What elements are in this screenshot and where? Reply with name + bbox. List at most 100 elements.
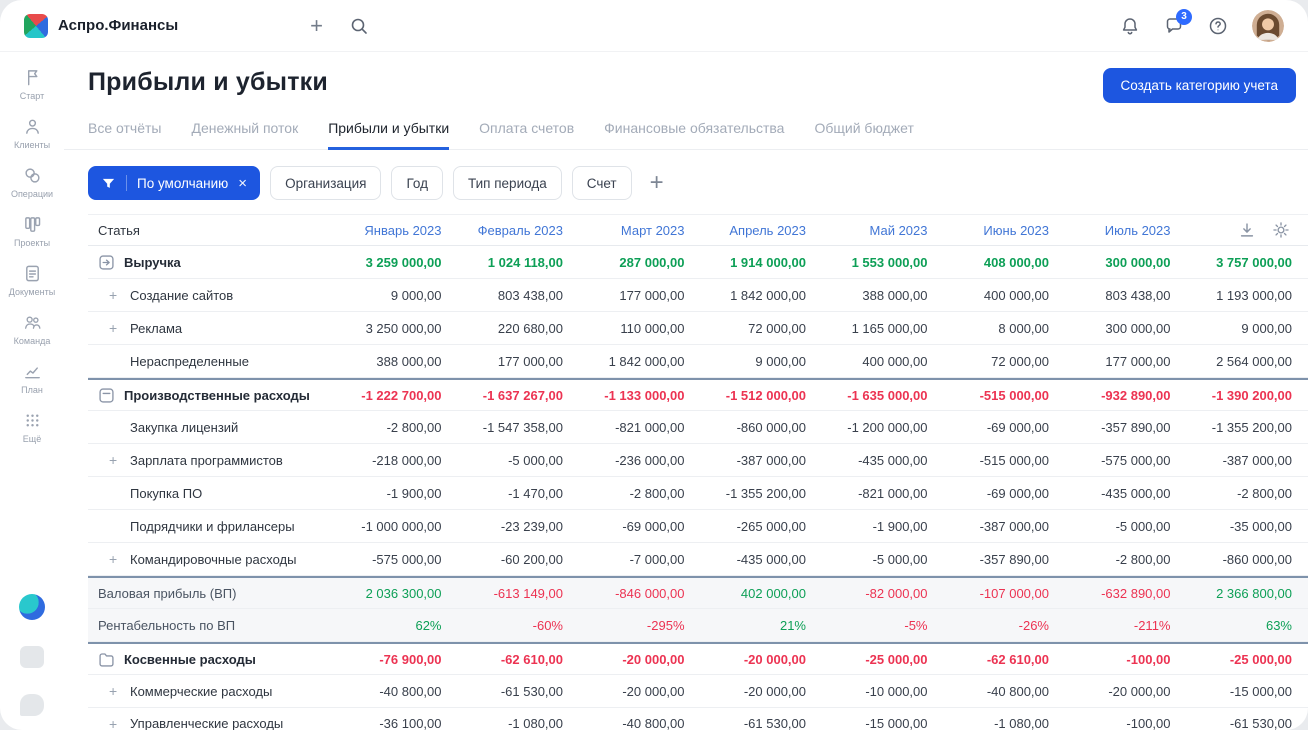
sidebar-item-clients[interactable]: Клиенты (0, 109, 64, 158)
column-header-month[interactable]: Март 2023 (579, 223, 701, 238)
cell-value[interactable]: -10 000,00 (822, 684, 944, 699)
expand-plus-icon[interactable]: + (109, 551, 117, 567)
search-icon[interactable] (349, 16, 369, 36)
cell-value[interactable]: -60 200,00 (458, 552, 580, 567)
global-add-icon[interactable]: + (310, 14, 323, 37)
filter-chip[interactable]: Тип периода (452, 166, 562, 200)
cell-value[interactable]: -632 890,00 (1065, 586, 1187, 601)
cell-value[interactable]: -82 000,00 (822, 586, 944, 601)
cell-value[interactable]: -1 900,00 (822, 519, 944, 534)
cell-value[interactable]: -357 890,00 (944, 552, 1066, 567)
cell-value[interactable]: 803 438,00 (458, 288, 580, 303)
user-avatar[interactable] (1252, 9, 1284, 42)
finance-app-icon[interactable] (19, 594, 45, 620)
tab-прибыли-и-убытки[interactable]: Прибыли и убытки (328, 111, 450, 150)
expand-plus-icon[interactable]: + (109, 683, 117, 699)
tab-оплата-счетов[interactable]: Оплата счетов (479, 111, 574, 150)
cell-value[interactable]: -61 530,00 (701, 716, 823, 730)
cell-value[interactable]: 400 000,00 (944, 288, 1066, 303)
cell-value[interactable]: 9 000,00 (1187, 321, 1308, 336)
cell-value[interactable]: -1 390 200,00 (1187, 388, 1308, 403)
cell-value[interactable]: -1 222 700,00 (336, 388, 458, 403)
cell-value[interactable]: 3 757 000,00 (1187, 255, 1308, 270)
filter-chip[interactable]: Счет (571, 166, 632, 200)
cell-value[interactable]: -860 000,00 (1187, 552, 1308, 567)
cell-value[interactable]: -40 800,00 (579, 716, 701, 730)
cell-value[interactable]: 388 000,00 (336, 354, 458, 369)
cell-value[interactable]: 2 564 000,00 (1187, 354, 1308, 369)
cell-value[interactable]: -62 610,00 (944, 652, 1066, 667)
cell-value[interactable]: -295% (579, 618, 701, 633)
row-label[interactable]: Подрядчики и фрилансеры (88, 519, 336, 534)
cell-value[interactable]: 110 000,00 (579, 321, 701, 336)
cell-value[interactable]: -1 355 200,00 (701, 486, 823, 501)
column-header-month[interactable]: Май 2023 (822, 223, 944, 238)
cell-value[interactable]: -357 890,00 (1065, 420, 1187, 435)
cell-value[interactable]: 1 553 000,00 (822, 255, 944, 270)
expand-plus-icon[interactable]: + (109, 320, 117, 336)
cell-value[interactable]: -1 637 267,00 (458, 388, 580, 403)
column-header-month[interactable]: Январь 2023 (336, 223, 458, 238)
cell-value[interactable]: -515 000,00 (944, 388, 1066, 403)
cell-value[interactable]: -265 000,00 (701, 519, 823, 534)
cell-value[interactable]: 177 000,00 (579, 288, 701, 303)
sidebar-item-operations[interactable]: Операции (0, 158, 64, 207)
sidebar-item-start[interactable]: Старт (0, 60, 64, 109)
cell-value[interactable]: -435 000,00 (701, 552, 823, 567)
tab-финансовые-обязательства[interactable]: Финансовые обязательства (604, 111, 784, 150)
expand-plus-icon[interactable]: + (109, 287, 117, 303)
cell-value[interactable]: 1 914 000,00 (701, 255, 823, 270)
cell-value[interactable]: -218 000,00 (336, 453, 458, 468)
cell-value[interactable]: 1 165 000,00 (822, 321, 944, 336)
cell-value[interactable]: -76 900,00 (336, 652, 458, 667)
filter-preset-close-icon[interactable]: × (238, 175, 247, 192)
cell-value[interactable]: -387 000,00 (1187, 453, 1308, 468)
cell-value[interactable]: 72 000,00 (944, 354, 1066, 369)
cell-value[interactable]: -821 000,00 (822, 486, 944, 501)
cell-value[interactable]: -5 000,00 (458, 453, 580, 468)
row-label[interactable]: Нераспределенные (88, 354, 336, 369)
cell-value[interactable]: -2 800,00 (579, 486, 701, 501)
row-label[interactable]: + Создание сайтов (88, 287, 336, 303)
cell-value[interactable]: -2 800,00 (336, 420, 458, 435)
cell-value[interactable]: -575 000,00 (336, 552, 458, 567)
cell-value[interactable]: -2 800,00 (1187, 486, 1308, 501)
cell-value[interactable]: 177 000,00 (458, 354, 580, 369)
cell-value[interactable]: -1 900,00 (336, 486, 458, 501)
add-filter-icon[interactable]: + (650, 171, 664, 195)
row-label[interactable]: Покупка ПО (88, 486, 336, 501)
cell-value[interactable]: 72 000,00 (701, 321, 823, 336)
cell-value[interactable]: -20 000,00 (579, 684, 701, 699)
cell-value[interactable]: -5% (822, 618, 944, 633)
cell-value[interactable]: -20 000,00 (701, 652, 823, 667)
cell-value[interactable]: 2 036 300,00 (336, 586, 458, 601)
column-header-article[interactable]: Статья (88, 223, 336, 238)
help-icon[interactable] (1208, 16, 1228, 36)
cell-value[interactable]: -62 610,00 (458, 652, 580, 667)
cell-value[interactable]: 177 000,00 (1065, 354, 1187, 369)
chat-button[interactable]: 3 (1164, 8, 1192, 36)
cell-value[interactable]: 287 000,00 (579, 255, 701, 270)
cell-value[interactable]: -40 800,00 (336, 684, 458, 699)
cell-value[interactable]: -435 000,00 (822, 453, 944, 468)
cell-value[interactable]: -1 635 000,00 (822, 388, 944, 403)
sidebar-item-projects[interactable]: Проекты (0, 207, 64, 256)
cell-value[interactable]: -1 355 200,00 (1187, 420, 1308, 435)
cell-value[interactable]: -15 000,00 (822, 716, 944, 730)
row-label[interactable]: Выручка (88, 254, 336, 271)
expand-plus-icon[interactable]: + (109, 716, 117, 730)
cell-value[interactable]: 21% (701, 618, 823, 633)
cell-value[interactable]: 8 000,00 (944, 321, 1066, 336)
row-label[interactable]: + Реклама (88, 320, 336, 336)
cell-value[interactable]: 1 842 000,00 (701, 288, 823, 303)
cell-value[interactable]: -107 000,00 (944, 586, 1066, 601)
tab-общий-бюджет[interactable]: Общий бюджет (814, 111, 913, 150)
cell-value[interactable]: -15 000,00 (1187, 684, 1308, 699)
column-header-month[interactable]: Июнь 2023 (944, 223, 1066, 238)
cell-value[interactable]: 9 000,00 (336, 288, 458, 303)
row-label[interactable]: Косвенные расходы (88, 651, 336, 668)
cell-value[interactable]: -20 000,00 (1065, 684, 1187, 699)
cell-value[interactable]: 300 000,00 (1065, 321, 1187, 336)
cell-value[interactable]: 3 250 000,00 (336, 321, 458, 336)
cell-value[interactable]: -23 239,00 (458, 519, 580, 534)
